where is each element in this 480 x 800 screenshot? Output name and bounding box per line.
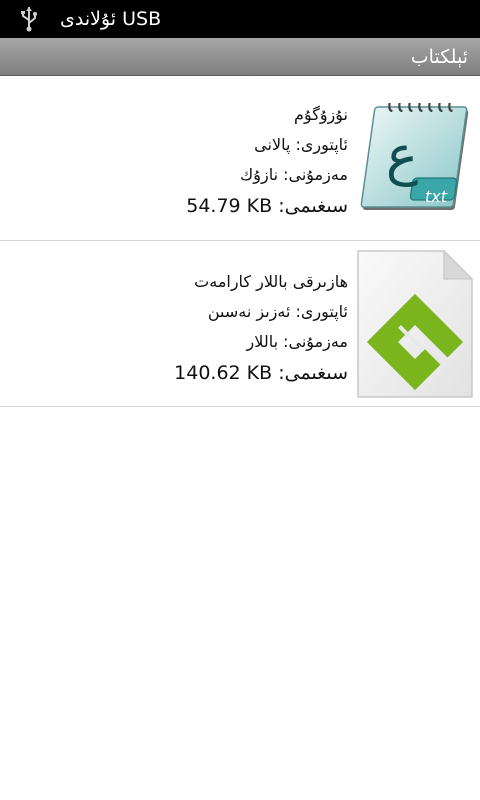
epub-file-icon — [357, 249, 474, 398]
book-size-value: 140.62 KB — [174, 362, 273, 384]
book-title: نۇزۇگۇم — [294, 105, 348, 124]
book-author: ئاپتورى: پالانى — [254, 135, 348, 154]
book-size: سىغىمى: 54.79 KB — [28, 190, 348, 222]
book-size-label: سىغىمى: — [278, 362, 348, 384]
book-list-item[interactable]: هازىرقى باللار كارامەت ئاپتورى: ئەزىز نە… — [0, 241, 480, 407]
book-size: سىغىمى: 140.62 KB — [28, 357, 348, 389]
book-list: ع txt نۇزۇگۇم ئاپتورى: پالانى مەزمۇنى: ن… — [0, 76, 480, 407]
status-bar: ئۇلاندى USB — [0, 0, 480, 38]
book-category: مەزمۇنى: باللار — [246, 332, 348, 351]
book-size-value: 54.79 KB — [186, 195, 273, 217]
book-details: نۇزۇگۇم ئاپتورى: پالانى مەزمۇنى: نازۇك س… — [28, 100, 348, 222]
book-title: هازىرقى باللار كارامەت — [194, 272, 348, 291]
txt-file-icon: ع txt — [360, 102, 469, 210]
book-details: هازىرقى باللار كارامەت ئاپتورى: ئەزىز نە… — [28, 267, 348, 389]
txt-icon-caption: txt — [425, 187, 448, 206]
book-author: ئاپتورى: ئەزىز نەسىن — [207, 302, 348, 321]
title-bar: ئېلكتاب — [0, 38, 480, 76]
usb-icon — [21, 7, 37, 32]
book-list-item[interactable]: ع txt نۇزۇگۇم ئاپتورى: پالانى مەزمۇنى: ن… — [0, 76, 480, 241]
page-title: ئېلكتاب — [410, 46, 468, 68]
txt-icon-letter: ع — [386, 124, 418, 187]
book-category: مەزمۇنى: نازۇك — [240, 165, 348, 184]
usb-connected-status: ئۇلاندى USB — [60, 8, 162, 30]
book-size-label: سىغىمى: — [278, 195, 348, 217]
